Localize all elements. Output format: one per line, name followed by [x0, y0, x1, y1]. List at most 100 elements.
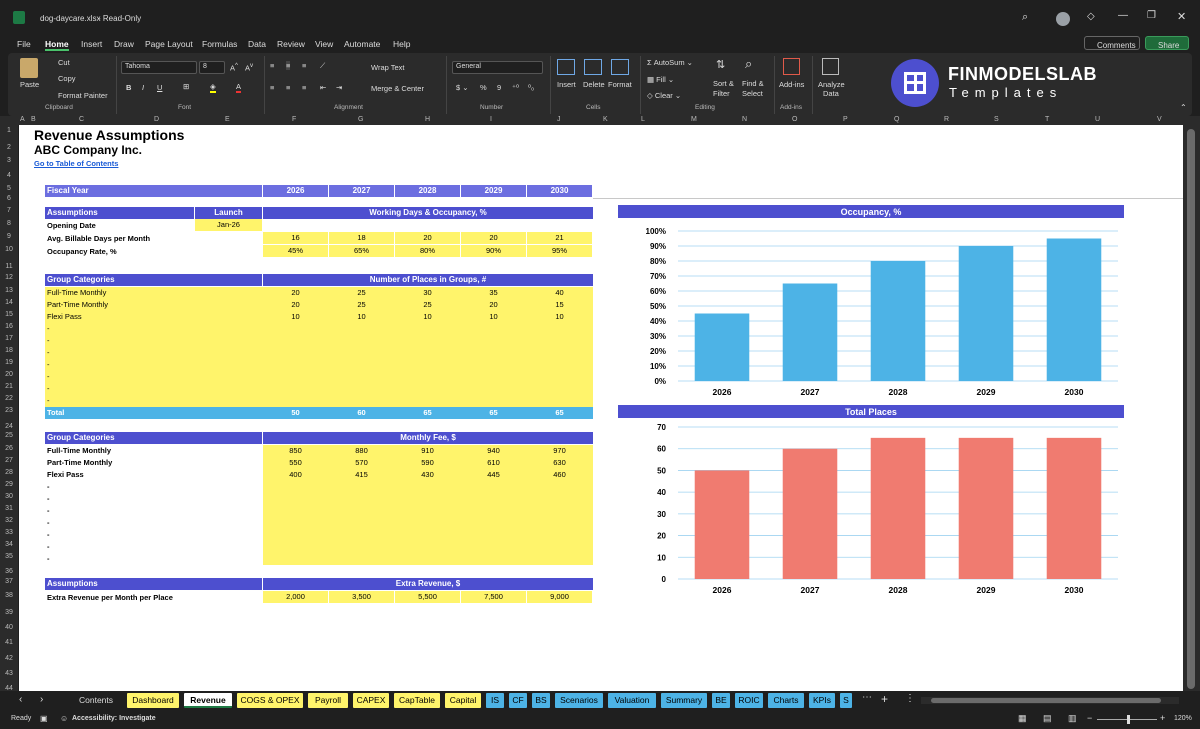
column-header[interactable]: P: [843, 116, 848, 123]
row-header[interactable]: 37: [0, 578, 18, 585]
column-header[interactable]: B: [31, 116, 36, 123]
menu-draw[interactable]: Draw: [114, 39, 134, 49]
fee-cell[interactable]: 630: [527, 457, 592, 469]
group-name-cell[interactable]: Part-Time Monthly: [47, 299, 247, 311]
font-name-select[interactable]: Tahoma: [121, 61, 197, 74]
row-header[interactable]: 28: [0, 469, 18, 476]
orientation-icon[interactable]: ⟋: [320, 61, 325, 71]
sort-filter-icon[interactable]: ⇅: [716, 58, 725, 71]
row-header[interactable]: 35: [0, 553, 18, 560]
places-cell[interactable]: 15: [527, 299, 592, 311]
row-header[interactable]: 39: [0, 609, 18, 616]
sheet-tab[interactable]: Revenue: [184, 693, 232, 708]
analyze-data-icon[interactable]: [822, 58, 839, 75]
row-header[interactable]: 33: [0, 529, 18, 536]
more-sheets-icon[interactable]: ⋯: [862, 692, 872, 703]
close-icon[interactable]: ✕: [1177, 10, 1186, 23]
copy-button[interactable]: Copy: [58, 74, 76, 83]
row-header[interactable]: 10: [0, 246, 18, 253]
occupancy-cell[interactable]: 80%: [395, 245, 460, 257]
find-select-button[interactable]: Find &: [742, 79, 764, 88]
places-cell[interactable]: 25: [329, 299, 394, 311]
addins-button[interactable]: Add-ins: [779, 80, 804, 89]
row-header[interactable]: 16: [0, 323, 18, 330]
column-header[interactable]: G: [358, 116, 363, 123]
row-header[interactable]: 22: [0, 395, 18, 402]
row-header[interactable]: 3: [0, 157, 18, 164]
diamond-icon[interactable]: ◇: [1087, 11, 1095, 22]
vertical-scrollbar[interactable]: [1183, 125, 1200, 691]
underline-icon[interactable]: U: [157, 83, 162, 92]
row-header[interactable]: 19: [0, 359, 18, 366]
decrease-decimal-icon[interactable]: ⁰₀: [528, 83, 534, 92]
menu-home[interactable]: Home: [45, 39, 69, 51]
cut-button[interactable]: Cut: [58, 58, 70, 67]
analyze-data-button[interactable]: Analyze: [818, 80, 845, 89]
delete-cells-icon[interactable]: [584, 59, 602, 75]
places-cell[interactable]: 10: [263, 311, 328, 323]
blank-group-cell[interactable]: -: [47, 323, 87, 335]
menu-file[interactable]: File: [17, 39, 31, 49]
autosum-button[interactable]: Σ AutoSum ⌄: [647, 58, 693, 67]
addins-icon[interactable]: [783, 58, 800, 75]
sheet-tab[interactable]: IS: [486, 693, 504, 708]
sheet-tab[interactable]: Payroll: [308, 693, 348, 708]
sheet-tab[interactable]: Charts: [768, 693, 804, 708]
extra-revenue-cell[interactable]: 5,500: [395, 591, 460, 603]
sheet-tab[interactable]: COGS & OPEX: [237, 693, 303, 708]
extra-revenue-cell[interactable]: 3,500: [329, 591, 394, 603]
italic-icon[interactable]: I: [142, 83, 144, 92]
places-cell[interactable]: 10: [527, 311, 592, 323]
sheet-tab[interactable]: Valuation: [608, 693, 656, 708]
outdent-icon[interactable]: ⇥: [336, 83, 342, 92]
borders-icon[interactable]: ⊞: [183, 82, 189, 91]
row-header[interactable]: 1: [0, 127, 18, 134]
column-header[interactable]: M: [691, 116, 697, 123]
format-painter-button[interactable]: Format Painter: [58, 91, 108, 100]
align-center-icon[interactable]: ≡: [286, 83, 290, 92]
column-header[interactable]: S: [994, 116, 999, 123]
row-header[interactable]: 7: [0, 207, 18, 214]
row-header[interactable]: 29: [0, 481, 18, 488]
add-sheet-icon[interactable]: +: [881, 692, 888, 706]
row-header[interactable]: 30: [0, 493, 18, 500]
blank-group-cell[interactable]: -: [47, 371, 87, 383]
align-right-icon[interactable]: ≡: [302, 83, 306, 92]
sheet-tab[interactable]: Capital: [445, 693, 481, 708]
fill-color-icon[interactable]: ◈: [210, 82, 216, 93]
places-cell[interactable]: 10: [395, 311, 460, 323]
clear-button[interactable]: ◇ Clear ⌄: [647, 91, 681, 100]
row-header[interactable]: 34: [0, 541, 18, 548]
row-header[interactable]: 5: [0, 185, 18, 192]
billable-days-cell[interactable]: 18: [329, 232, 394, 244]
zoom-slider-thumb[interactable]: [1127, 715, 1130, 724]
page-layout-view-icon[interactable]: ▤: [1043, 713, 1052, 724]
align-top-icon[interactable]: ≡: [270, 61, 274, 70]
format-button[interactable]: Format: [608, 80, 632, 89]
row-header[interactable]: 20: [0, 371, 18, 378]
billable-days-cell[interactable]: 21: [527, 232, 592, 244]
row-header[interactable]: 12: [0, 274, 18, 281]
fee-cell[interactable]: 880: [329, 445, 394, 457]
fee-cell[interactable]: 415: [329, 469, 394, 481]
column-header[interactable]: Q: [894, 116, 899, 123]
sheet-tab[interactable]: CF: [509, 693, 527, 708]
occupancy-cell[interactable]: 90%: [461, 245, 526, 257]
fee-cell[interactable]: 940: [461, 445, 526, 457]
sheet-tab[interactable]: Summary: [661, 693, 707, 708]
row-header[interactable]: 25: [0, 432, 18, 439]
menu-view[interactable]: View: [315, 39, 333, 49]
font-size-select[interactable]: 8: [199, 61, 225, 74]
billable-days-cell[interactable]: 20: [461, 232, 526, 244]
menu-help[interactable]: Help: [393, 39, 410, 49]
column-header[interactable]: A: [20, 116, 25, 123]
normal-view-icon[interactable]: ▦: [1018, 713, 1027, 724]
next-sheet-icon[interactable]: ›: [40, 694, 43, 705]
row-header[interactable]: 24: [0, 423, 18, 430]
column-header[interactable]: D: [154, 116, 159, 123]
column-header[interactable]: F: [292, 116, 296, 123]
fee-cell[interactable]: 910: [395, 445, 460, 457]
fee-cell[interactable]: 400: [263, 469, 328, 481]
row-header[interactable]: 11: [0, 263, 18, 270]
grow-font-icon[interactable]: A^: [230, 62, 238, 73]
